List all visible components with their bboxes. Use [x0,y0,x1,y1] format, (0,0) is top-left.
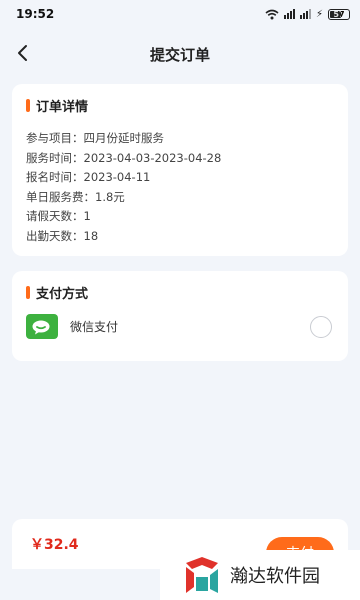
wechat-pay-info: 微信支付 [26,314,118,339]
watermark-logo-icon [186,557,218,593]
payment-method-title: 支付方式 [36,287,89,302]
detail-leave-days: 请假天数：1 [26,209,91,223]
accent-bar [26,286,30,299]
total-price: ￥32.4 [30,537,79,553]
payment-method-header: 支付方式 [26,283,334,302]
status-icons: ⚡ 57 [265,8,350,20]
accent-bar [26,99,30,112]
order-details-title: 订单详情 [36,100,89,115]
payment-method-card: 支付方式 微信支付 [12,271,348,361]
detail-project: 参与项目：四月份延时服务 [26,131,164,145]
page-title: 提交订单 [149,45,210,64]
detail-service-time: 服务时间：2023-04-03-2023-04-28 [26,150,222,165]
order-details-card: 订单详情 参与项目：四月份延时服务 服务时间：2023-04-03-2023-0… [12,84,348,256]
back-button[interactable] [10,40,36,66]
watermark-text: 瀚达软件园 [230,566,320,587]
status-time: 19:52 [16,7,55,21]
nav-bar: 提交订单 [0,28,360,80]
status-bar: 19:52 ⚡ 57 [0,0,360,28]
detail-daily-fee: 单日服务费：1.8元 [26,189,125,204]
wifi-icon [265,9,279,19]
wechat-pay-label: 微信支付 [70,320,119,334]
detail-attendance-days: 出勤天数：18 [26,228,99,243]
wechat-pay-radio[interactable] [310,315,332,338]
signal-icon [283,9,295,19]
wechat-pay-option[interactable]: 微信支付 [26,314,334,339]
signal-icon-2 [299,9,311,19]
battery-level: 57 [333,9,345,19]
chevron-left-icon [18,45,27,61]
wechat-icon [26,314,58,339]
detail-signup-time: 报名时间：2023-04-11 [26,170,151,184]
watermark: 瀚达软件园 [160,550,360,600]
battery-icon: 57 [328,8,350,20]
order-details-header: 订单详情 [26,96,334,115]
charging-icon: ⚡ [315,8,323,20]
